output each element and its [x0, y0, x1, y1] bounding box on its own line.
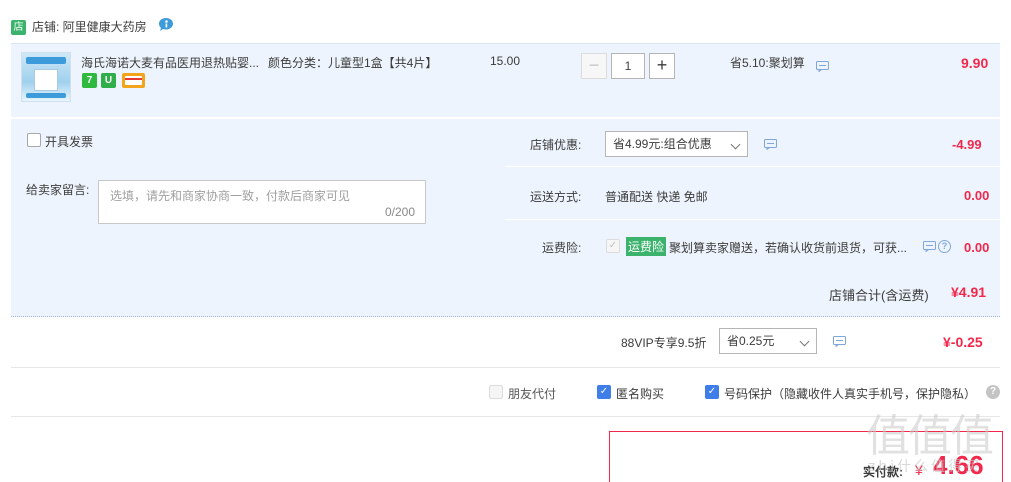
credit-card-badge-icon [122, 73, 145, 88]
row-divider [505, 166, 1000, 167]
section-divider [11, 367, 1000, 368]
store-name-link[interactable]: 店铺: 阿里健康大药房 [32, 19, 147, 36]
card-icon [125, 76, 142, 85]
help-icon[interactable]: ? [938, 240, 951, 253]
store-discount-selected: 省4.99元:组合优惠 [613, 137, 712, 151]
row-divider [505, 219, 1000, 220]
chevron-down-icon [730, 139, 741, 150]
vip-discount-selected: 省0.25元 [727, 334, 775, 348]
chat-bubble-icon[interactable] [158, 17, 174, 32]
shipping-label: 运送方式: [530, 190, 582, 204]
freight-insurance-label: 运费险: [542, 241, 582, 255]
seller-note-textarea[interactable]: 选填，请先和商家协商一致，付款后商家可见 0/200 [98, 180, 426, 224]
comment-icon[interactable] [923, 241, 936, 252]
order-options-panel: 开具发票 给卖家留言: 选填，请先和商家协商一致，付款后商家可见 0/200 [11, 119, 505, 265]
quantity-decrease-button[interactable]: − [581, 53, 607, 79]
comment-icon[interactable] [833, 336, 846, 347]
freight-insurance-desc: 聚划算卖家赠送，若确认收货前退货，可获... [669, 241, 908, 255]
anonymous-purchase-checkbox[interactable]: ✓ [597, 385, 611, 399]
comment-icon[interactable] [764, 139, 777, 150]
seller-note-char-count: 0/200 [384, 205, 415, 219]
item-total-price: 9.90 [961, 55, 989, 71]
store-total-bar: 店铺合计(含运费) ¥4.91 [11, 265, 1000, 317]
unit-price: 15.00 [490, 54, 521, 68]
product-thumbnail[interactable] [21, 52, 71, 102]
friend-pay-checkbox[interactable] [489, 385, 503, 399]
section-divider [11, 416, 1000, 417]
invoice-label: 开具发票 [45, 135, 94, 149]
shipping-method: 普通配送 快递 免邮 [605, 190, 708, 204]
seven-day-return-badge-icon: 7 [82, 73, 97, 88]
seller-note-label: 给卖家留言: [26, 183, 90, 197]
freight-insurance-amount: 0.00 [964, 240, 990, 255]
quantity-increase-button[interactable]: + [649, 53, 675, 79]
store-discount-label: 店铺优惠: [530, 138, 582, 152]
watermark-text: zhi什么值得买 [868, 459, 983, 475]
store-total-label: 店铺合计(含运费) [829, 288, 929, 303]
quantity-input[interactable] [611, 53, 645, 79]
thumbnail-band [26, 57, 66, 64]
vip-discount-select[interactable]: 省0.25元 [719, 328, 817, 354]
vip-discount-amount: ¥-0.25 [943, 334, 983, 350]
vip-discount-label: 88VIP专享9.5折 [621, 336, 707, 350]
chevron-down-icon [799, 336, 810, 347]
store-header: 店 店铺: 阿里健康大药房 [0, 0, 1011, 40]
freight-insurance-checkbox[interactable]: ✓ [606, 239, 620, 253]
watermark-logo: 值值值 [866, 411, 994, 462]
seller-note-placeholder: 选填，请先和商家协商一致，付款后商家可见 [110, 189, 351, 203]
store-total-amount: ¥4.91 [951, 284, 987, 300]
invoice-checkbox[interactable] [27, 133, 41, 147]
product-spec: 颜色分类：儿童型1盒【共4片】 [268, 56, 438, 70]
store-services-panel: 店铺优惠: 省4.99元:组合优惠 -4.99 运送方式: 普通配送 快递 免邮… [505, 119, 1000, 265]
freight-insurance-tag: 运费险 [626, 237, 667, 256]
anonymous-purchase-label: 匿名购买 [616, 387, 665, 401]
store-discount-select[interactable]: 省4.99元:组合优惠 [605, 131, 748, 157]
guarantee-badge-icon: U [101, 73, 116, 88]
promo-discount: 省5.10:聚划算 [730, 56, 805, 70]
help-icon[interactable]: ? [986, 385, 1000, 399]
friend-pay-label: 朋友代付 [508, 387, 557, 401]
thumbnail-bar [26, 93, 66, 98]
number-protection-checkbox[interactable]: ✓ [705, 385, 719, 399]
product-title-link[interactable]: 海氏海诺大麦有品医用退热贴婴... [81, 54, 266, 71]
cart-item-row: 海氏海诺大麦有品医用退热贴婴... 颜色分类：儿童型1盒【共4片】 7 U 15… [11, 43, 1000, 117]
shipping-amount: 0.00 [964, 188, 990, 203]
thumbnail-package [34, 69, 58, 91]
comment-icon[interactable] [816, 61, 829, 72]
store-discount-amount: -4.99 [952, 137, 982, 152]
store-icon: 店 [11, 20, 26, 35]
